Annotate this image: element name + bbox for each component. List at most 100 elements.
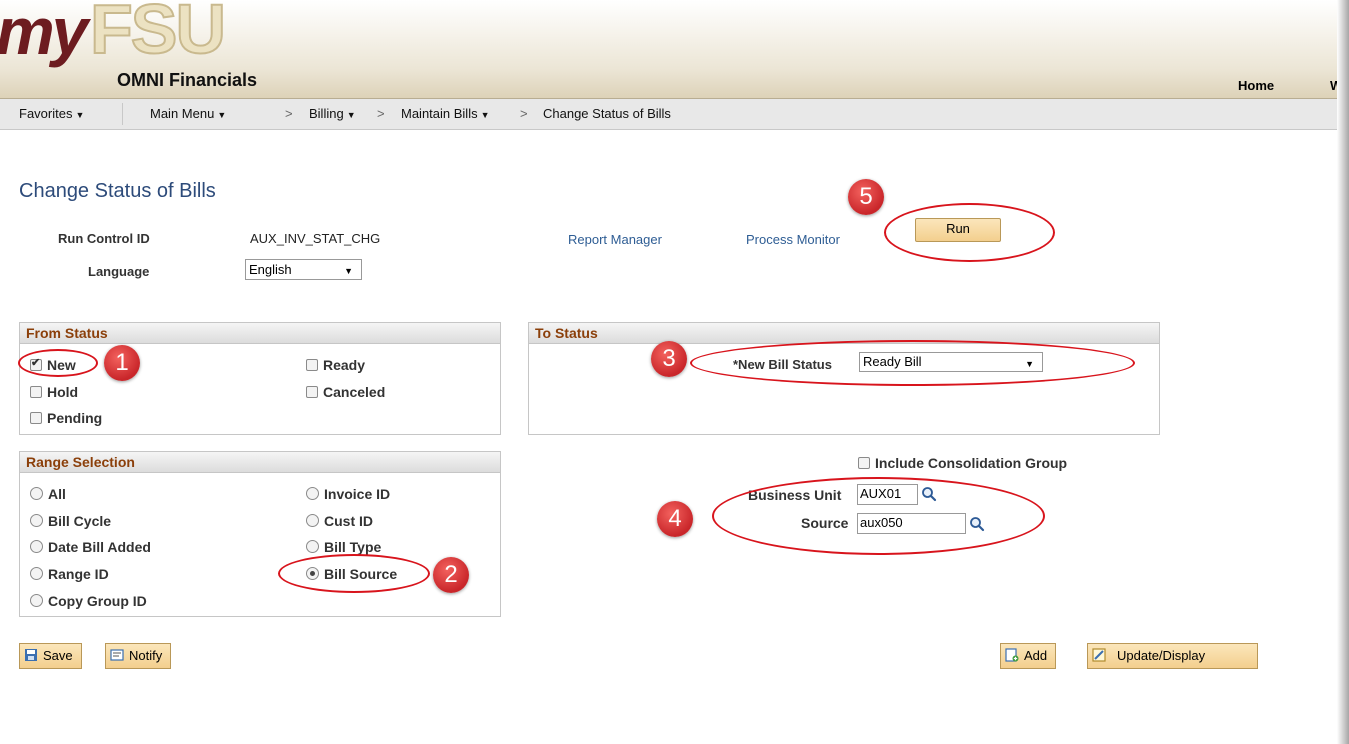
notify-button[interactable]: Notify <box>105 643 172 669</box>
notify-label: Notify <box>129 648 163 663</box>
new-bill-status-label: *New Bill Status <box>733 357 832 372</box>
radio-icon <box>30 514 43 527</box>
checkbox-icon <box>306 386 318 398</box>
radio-selected-icon <box>306 567 319 580</box>
radio-invoice-id[interactable]: Invoice ID <box>306 486 390 502</box>
to-status-header: To Status <box>529 323 1159 344</box>
radio-icon <box>30 594 43 607</box>
save-icon <box>25 649 37 661</box>
annotation-marker-5: 5 <box>848 179 884 215</box>
include-consolidation-label: Include Consolidation Group <box>875 455 1068 471</box>
caret-down-icon: ▼ <box>217 110 227 120</box>
new-bill-status-select[interactable]: Ready Bill ▼ <box>859 352 1043 372</box>
process-monitor-link[interactable]: Process Monitor <box>746 232 840 247</box>
radio-icon <box>30 487 43 500</box>
language-value: English <box>249 262 292 277</box>
main-menu-label: Main Menu <box>150 106 215 121</box>
breadcrumb-separator: > <box>520 106 528 121</box>
range-selection-header: Range Selection <box>20 452 500 473</box>
date-bill-added-label: Date Bill Added <box>48 539 151 555</box>
checkbox-icon <box>30 386 42 398</box>
breadcrumb-billing[interactable]: Billing ▼ <box>309 106 356 121</box>
run-control-value: AUX_INV_STAT_CHG <box>250 231 381 246</box>
worklist-link[interactable]: W <box>1330 78 1337 93</box>
checkbox-checked-icon <box>30 356 42 371</box>
app-header: my FSU OMNI Financials Home W <box>0 0 1337 99</box>
pending-label: Pending <box>47 410 103 426</box>
checkbox-canceled[interactable]: Canceled <box>306 384 385 400</box>
radio-icon <box>306 487 319 500</box>
from-status-header: From Status <box>20 323 500 344</box>
business-unit-input[interactable]: AUX01 <box>857 484 918 505</box>
radio-bill-source[interactable]: Bill Source <box>306 566 397 582</box>
dropdown-arrow-icon: ▼ <box>1025 359 1034 369</box>
checkbox-icon <box>858 457 870 469</box>
cust-id-label: Cust ID <box>324 513 373 529</box>
checkbox-new[interactable]: New <box>30 356 76 373</box>
radio-bill-type[interactable]: Bill Type <box>306 539 381 555</box>
checkbox-hold[interactable]: Hold <box>30 384 78 400</box>
run-button[interactable]: Run <box>915 218 1001 242</box>
radio-cust-id[interactable]: Cust ID <box>306 513 373 529</box>
new-bill-status-value: Ready Bill <box>863 354 922 369</box>
run-control-label: Run Control ID <box>58 231 150 246</box>
annotation-marker-2: 2 <box>433 557 469 593</box>
save-button[interactable]: Save <box>19 643 82 669</box>
lookup-source-icon[interactable] <box>969 516 985 532</box>
update-display-button[interactable]: Update/Display <box>1087 643 1258 669</box>
checkbox-ready[interactable]: Ready <box>306 357 365 373</box>
annotation-marker-1: 1 <box>104 345 140 381</box>
caret-down-icon: ▼ <box>75 110 85 120</box>
favorites-menu[interactable]: Favorites ▼ <box>19 106 84 121</box>
radio-bill-cycle[interactable]: Bill Cycle <box>30 513 111 529</box>
to-status-group: To Status <box>528 322 1160 435</box>
source-input[interactable]: aux050 <box>857 513 966 534</box>
maintain-bills-label: Maintain Bills <box>401 106 478 121</box>
checkbox-pending[interactable]: Pending <box>30 410 102 426</box>
window-edge-shadow <box>1337 0 1349 744</box>
all-label: All <box>48 486 66 502</box>
copy-group-id-label: Copy Group ID <box>48 593 147 609</box>
save-label: Save <box>43 648 73 663</box>
breadcrumb-maintain-bills[interactable]: Maintain Bills ▼ <box>401 106 490 121</box>
ready-label: Ready <box>323 357 366 373</box>
app-name: OMNI Financials <box>117 70 258 90</box>
bill-cycle-label: Bill Cycle <box>48 513 112 529</box>
add-label: Add <box>1024 648 1048 663</box>
business-unit-label: Business Unit <box>748 487 842 503</box>
bill-type-label: Bill Type <box>324 539 382 555</box>
range-id-label: Range ID <box>48 566 109 582</box>
radio-copy-group-id[interactable]: Copy Group ID <box>30 593 147 609</box>
notify-icon <box>110 649 124 661</box>
radio-icon <box>30 540 43 553</box>
new-label: New <box>47 357 76 373</box>
radio-icon <box>306 514 319 527</box>
source-label: Source <box>801 515 849 531</box>
radio-range-id[interactable]: Range ID <box>30 566 109 582</box>
breadcrumb-current: Change Status of Bills <box>543 106 671 121</box>
radio-date-bill-added[interactable]: Date Bill Added <box>30 539 151 555</box>
radio-all[interactable]: All <box>30 486 66 502</box>
canceled-label: Canceled <box>323 384 386 400</box>
report-manager-link[interactable]: Report Manager <box>568 232 662 247</box>
billing-label: Billing <box>309 106 344 121</box>
bill-source-label: Bill Source <box>324 566 398 582</box>
radio-icon <box>30 567 43 580</box>
lookup-business-unit-icon[interactable] <box>921 486 937 502</box>
add-icon <box>1005 648 1019 662</box>
caret-down-icon: ▼ <box>480 110 490 120</box>
logo-my: my <box>0 0 88 68</box>
annotation-marker-4: 4 <box>657 501 693 537</box>
page-title: Change Status of Bills <box>19 180 216 202</box>
home-link[interactable]: Home <box>1238 78 1274 93</box>
main-menu[interactable]: Main Menu ▼ <box>150 106 226 121</box>
language-select[interactable]: English ▼ <box>245 259 362 280</box>
update-display-label: Update/Display <box>1117 648 1206 663</box>
add-button[interactable]: Add <box>1000 643 1057 669</box>
breadcrumb-separator: > <box>285 106 293 121</box>
breadcrumb-separator: > <box>377 106 385 121</box>
dropdown-arrow-icon: ▼ <box>344 266 353 276</box>
checkbox-include-consolidation[interactable]: Include Consolidation Group <box>858 455 1067 471</box>
logo-fsu: FSU <box>89 0 227 68</box>
invoice-id-label: Invoice ID <box>324 486 391 502</box>
